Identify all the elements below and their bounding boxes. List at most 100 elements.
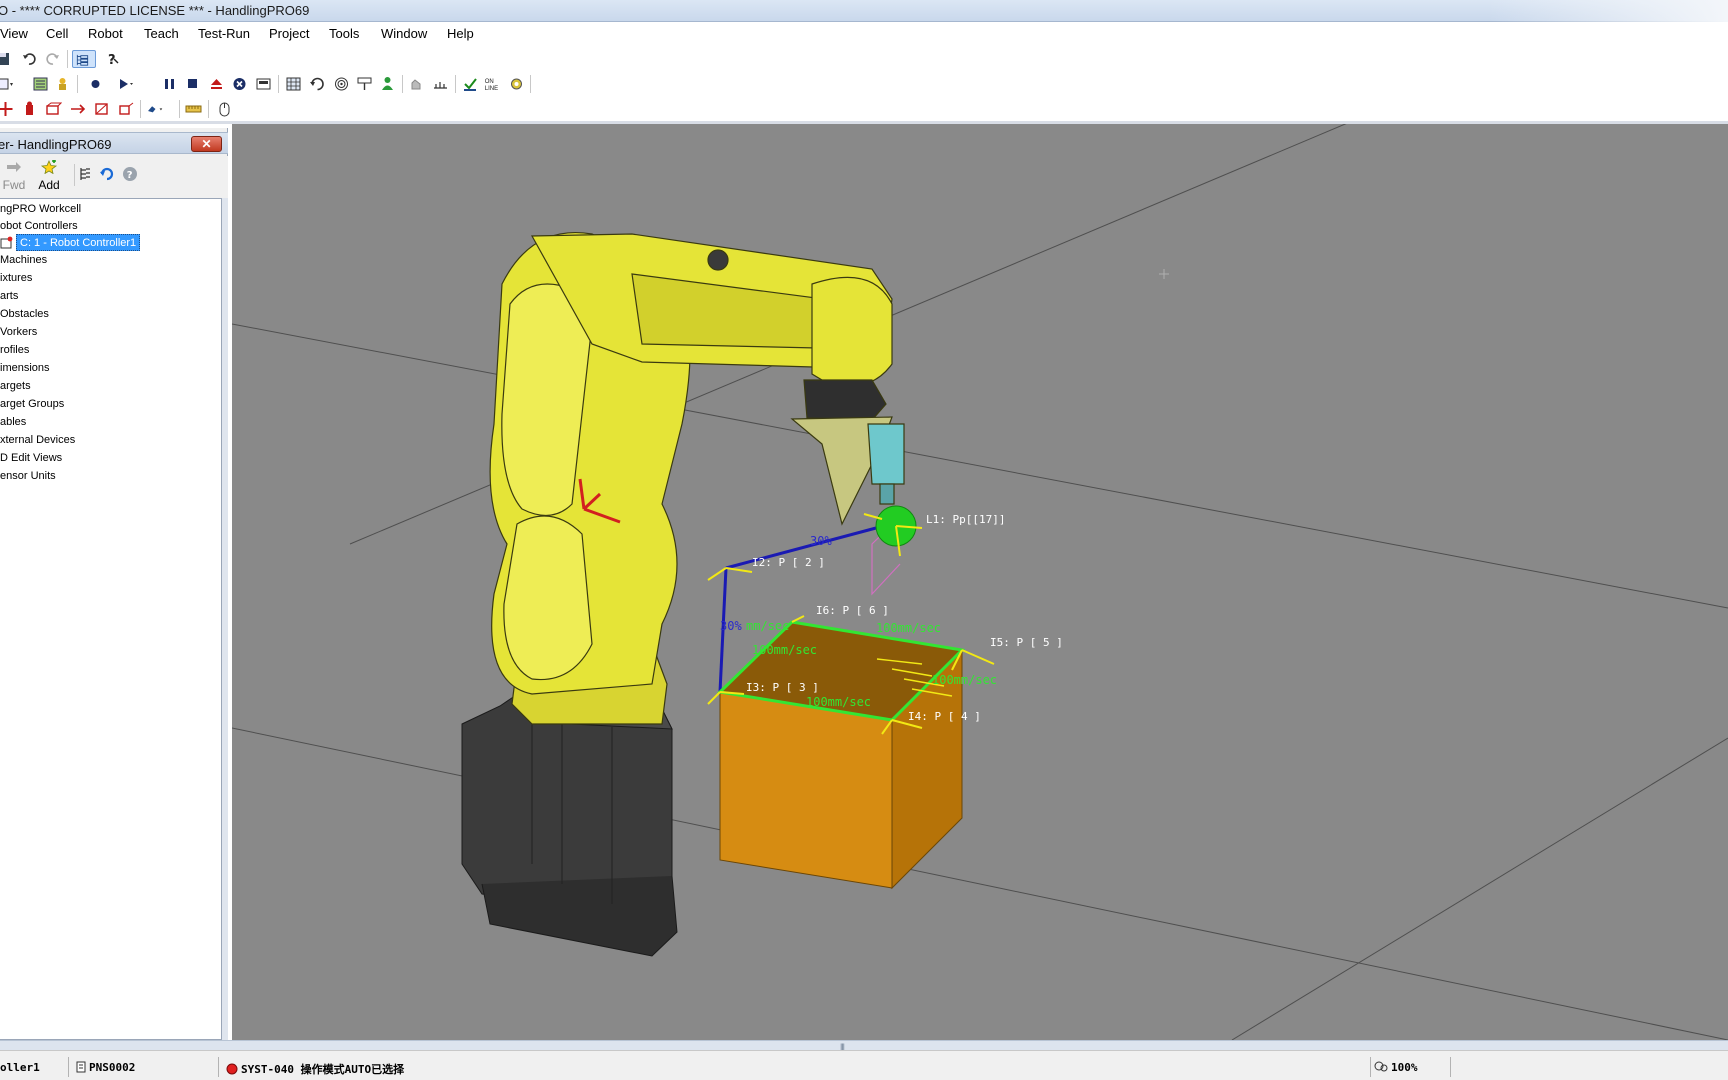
undo-icon[interactable]	[20, 50, 39, 68]
gear-icon[interactable]	[507, 75, 526, 93]
status-controller: oller1	[0, 1061, 40, 1074]
grid-line	[232, 727, 1728, 1040]
jog-tool-icon[interactable]	[68, 100, 87, 118]
move-icon[interactable]	[0, 100, 15, 118]
jog-user-icon[interactable]	[92, 100, 111, 118]
add-button[interactable]: Add	[36, 159, 62, 192]
forward-button[interactable]: Fwd	[2, 160, 26, 192]
workcell-scene: L1: Pp[[17]] I2: P [ 2 ] I3: P [ 3 ] I4:…	[232, 124, 1728, 1040]
status-bar: oller1 PNS0002 SYST-040 操作模式AUTO已选择 100%	[0, 1050, 1728, 1080]
add-label: Add	[38, 178, 60, 192]
hand-icon[interactable]	[407, 75, 426, 93]
gripper-dropdown-icon[interactable]	[146, 100, 174, 118]
menu-robot[interactable]: Robot	[88, 26, 123, 41]
cell-browser-icon[interactable]	[72, 50, 96, 68]
toolbar-jog	[0, 97, 1728, 121]
status-zoom-field: 100%	[1374, 1061, 1418, 1074]
svg-text:LINE: LINE	[485, 86, 498, 92]
toolbar-separator	[402, 75, 403, 93]
menu-project[interactable]: Project	[269, 26, 309, 41]
teach-icon[interactable]	[31, 75, 50, 93]
tree-node-target-groups[interactable]: arget Groups	[0, 396, 64, 413]
check-icon[interactable]	[461, 75, 480, 93]
stop-icon[interactable]	[183, 75, 202, 93]
menu-cell[interactable]: Cell	[46, 26, 68, 41]
mouse-icon[interactable]	[215, 100, 234, 118]
toolbar-separator	[74, 164, 75, 186]
grid-line	[1231, 737, 1728, 1040]
label-speed-pct-2: 30%	[720, 619, 742, 633]
label-icon[interactable]	[355, 75, 374, 93]
measure-icon[interactable]	[431, 75, 450, 93]
status-separator	[68, 1057, 69, 1077]
play-icon[interactable]	[114, 75, 133, 93]
target-icon[interactable]	[332, 75, 351, 93]
tree-node-obstacles[interactable]: Obstacles	[0, 306, 49, 323]
toolbar-separator	[140, 100, 141, 118]
robot-icon[interactable]	[53, 75, 72, 93]
menu-view[interactable]: View	[0, 26, 28, 41]
status-zoom: 100%	[1391, 1061, 1418, 1074]
floor-grid	[232, 124, 1728, 1040]
menu-help[interactable]: Help	[447, 26, 474, 41]
menu-teach[interactable]: Teach	[144, 26, 179, 41]
redo-icon[interactable]	[43, 50, 62, 68]
tree-node-targets[interactable]: argets	[0, 378, 31, 395]
label-p1: L1: Pp[[17]]	[926, 513, 1005, 526]
label-p6: I6: P [ 6 ]	[816, 604, 889, 617]
label-speed-3: 100mm/sec	[806, 695, 871, 709]
jog-robot-icon[interactable]	[20, 100, 39, 118]
tree-node-dimensions[interactable]: imensions	[0, 360, 50, 377]
tree-node-workers[interactable]: Vorkers	[0, 324, 37, 341]
refresh-icon[interactable]	[99, 166, 115, 185]
tp-icon[interactable]	[254, 75, 273, 93]
ruler-icon[interactable]	[184, 100, 203, 118]
tree-node-fixtures[interactable]: ixtures	[0, 270, 32, 287]
tree-node-machines[interactable]: Machines	[0, 252, 47, 269]
status-program: PNS0002	[89, 1061, 136, 1074]
tree-node-workcell[interactable]: ngPRO Workcell	[0, 201, 81, 218]
process-icon[interactable]	[0, 75, 15, 93]
abort-icon[interactable]	[230, 75, 249, 93]
help-icon[interactable]: ?	[122, 166, 138, 185]
jog-frame-icon[interactable]	[43, 100, 62, 118]
panel-splitter[interactable]	[222, 198, 228, 1040]
svg-text:?: ?	[108, 53, 116, 68]
eject-icon[interactable]	[207, 75, 226, 93]
horizontal-splitter[interactable]: |||	[0, 1040, 1728, 1052]
label-speed-4: 100mm/sec	[932, 673, 997, 687]
help-icon[interactable]: ?	[103, 50, 122, 68]
tree-node-3d-edit-views[interactable]: D Edit Views	[0, 450, 62, 467]
refresh-icon[interactable]	[308, 75, 327, 93]
tree-node-controller1[interactable]: C: 1 - Robot Controller1	[16, 234, 141, 251]
cell-browser-title: er- HandlingPRO69	[0, 137, 112, 152]
label-speed-2: 100mm/sec	[752, 643, 817, 657]
worker-icon[interactable]	[378, 75, 397, 93]
status-separator	[1370, 1057, 1371, 1077]
part-box	[718, 621, 964, 890]
tree-node-profiles[interactable]: rofiles	[0, 342, 29, 359]
pause-icon[interactable]	[160, 75, 179, 93]
toolbar-separator	[455, 75, 456, 93]
close-button[interactable]: ✕	[191, 136, 222, 152]
toolbar-robot: ON LINE	[0, 72, 1728, 96]
status-separator	[218, 1057, 219, 1077]
tree-node-robot-controllers[interactable]: obot Controllers	[0, 218, 78, 235]
tree-node-cables[interactable]: ables	[0, 414, 26, 431]
online-icon[interactable]: ON LINE	[483, 75, 505, 93]
tree-node-external-devices[interactable]: xternal Devices	[0, 432, 75, 449]
menu-test-run[interactable]: Test-Run	[198, 26, 250, 41]
jog-world-icon[interactable]	[116, 100, 135, 118]
record-icon[interactable]	[86, 75, 105, 93]
label-p4: I4: P [ 4 ]	[908, 710, 981, 723]
grid-icon[interactable]	[284, 75, 303, 93]
save-icon[interactable]	[0, 50, 13, 68]
robot-base	[461, 690, 678, 957]
menu-tools[interactable]: Tools	[329, 26, 359, 41]
tree-node-sensor-units[interactable]: ensor Units	[0, 468, 56, 485]
tree-icon[interactable]	[78, 166, 92, 185]
menu-window[interactable]: Window	[381, 26, 427, 41]
svg-text:?: ?	[127, 170, 133, 181]
3d-viewport[interactable]: L1: Pp[[17]] I2: P [ 2 ] I3: P [ 3 ] I4:…	[232, 124, 1728, 1040]
tree-node-parts[interactable]: arts	[0, 288, 18, 305]
